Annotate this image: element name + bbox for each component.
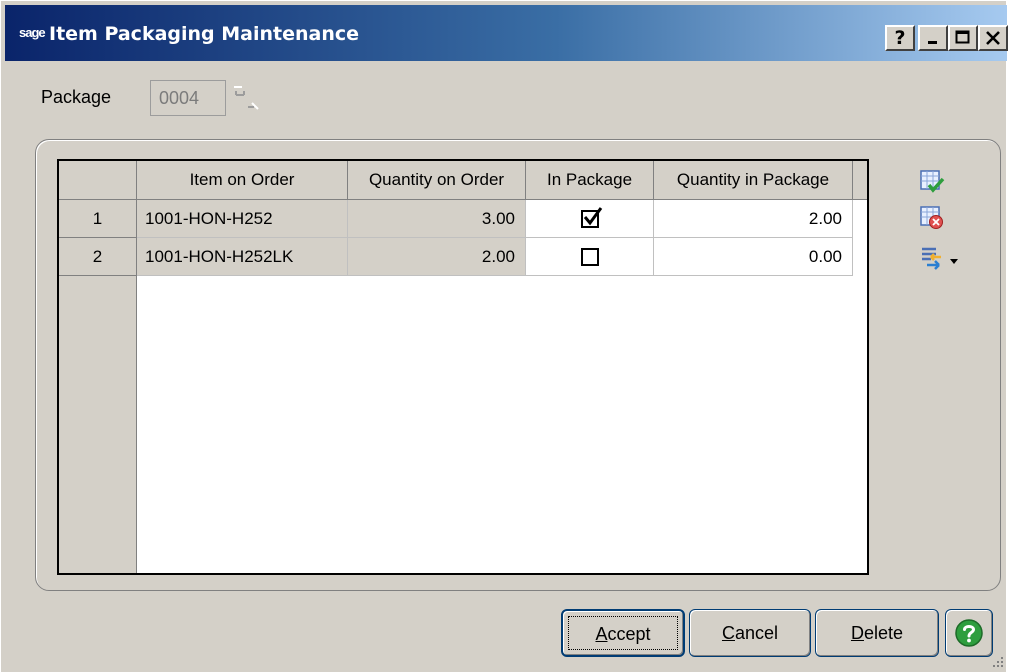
title-help-button[interactable]: ?	[885, 25, 915, 51]
cancel-button[interactable]: Cancel	[689, 609, 811, 657]
minimize-icon	[928, 41, 937, 44]
grid-corner	[59, 161, 137, 200]
delete-button[interactable]: Delete	[815, 609, 939, 657]
accept-label: ccept	[607, 624, 651, 644]
delete-mnemonic: D	[850, 623, 864, 643]
package-label: Package	[41, 87, 112, 107]
window-title: Item Packaging Maintenance	[49, 23, 360, 45]
close-button[interactable]	[978, 25, 1008, 51]
delete-label: elete	[863, 623, 904, 643]
minimize-button[interactable]	[918, 25, 948, 51]
col-header-item-on-order[interactable]: Item on Order	[137, 161, 348, 200]
packaging-grid: Item on Order Quantity on Order In Packa…	[57, 159, 869, 575]
item-packaging-window: sage Item Packaging Maintenance ? Packag…	[0, 0, 1008, 672]
quantity-on-order-cell[interactable]: 3.00	[348, 200, 526, 238]
quantity-on-order-cell[interactable]: 2.00	[348, 238, 526, 276]
col-header-quantity-in-package[interactable]: Quantity in Package	[654, 161, 853, 200]
maximize-icon	[955, 30, 970, 44]
package-field[interactable]: 0004	[150, 80, 226, 116]
lookup-icon[interactable]	[230, 81, 262, 115]
in-package-checkbox[interactable]	[581, 248, 599, 266]
accept-button[interactable]: Accept	[561, 609, 685, 657]
quantity-in-package-cell[interactable]: 2.00	[654, 200, 853, 238]
item-on-order-cell[interactable]: 1001-HON-H252LK	[137, 238, 348, 276]
title-bar[interactable]: sage Item Packaging Maintenance ?	[5, 5, 1008, 61]
options-icon[interactable]	[919, 245, 945, 271]
clear-all-icon[interactable]	[919, 205, 945, 231]
resize-grip-icon[interactable]	[989, 653, 1005, 669]
help-button[interactable]	[945, 609, 993, 657]
maximize-button[interactable]	[948, 25, 978, 51]
row-number[interactable]: 2	[59, 238, 137, 276]
col-header-quantity-on-order[interactable]: Quantity on Order	[348, 161, 526, 200]
col-header-filler	[853, 161, 867, 200]
quantity-in-package-cell[interactable]: 0.00	[654, 238, 853, 276]
in-package-checkbox[interactable]	[581, 207, 603, 228]
item-on-order-cell[interactable]: 1001-HON-H252	[137, 200, 348, 238]
cancel-mnemonic: C	[721, 623, 735, 643]
accept-mnemonic: A	[595, 624, 608, 644]
cancel-label: ancel	[734, 623, 779, 643]
chevron-down-icon[interactable]	[949, 257, 959, 265]
close-icon	[986, 31, 1000, 45]
help-icon	[955, 619, 983, 647]
row-number[interactable]: 1	[59, 200, 137, 238]
in-package-cell[interactable]	[526, 238, 654, 276]
sage-logo: sage	[19, 25, 46, 40]
in-package-cell[interactable]	[526, 200, 654, 238]
col-header-in-package[interactable]: In Package	[526, 161, 654, 200]
select-all-icon[interactable]	[919, 169, 945, 195]
checkmark-icon	[583, 207, 603, 226]
